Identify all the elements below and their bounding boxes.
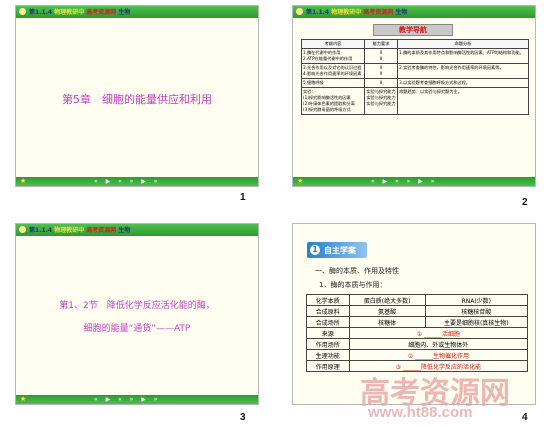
- slide-footer-bar: ★ « ▶ « » ▶ »: [16, 395, 258, 404]
- table-row: 1.酶在代谢中的作用 2.ATP在能量代谢中的作用 Ⅱ Ⅱ 1.酶的本质及其作用…: [301, 48, 529, 64]
- header-text: 第1.1.4 物理教研中 高考资源网 生物: [29, 227, 131, 234]
- page-number-4: 4: [522, 412, 528, 423]
- table-row: 合成原料 氨基酸 核糖核苷酸: [306, 305, 529, 317]
- section-banner: 1 自主学案: [307, 242, 367, 258]
- table-row: 5.细胞呼吸 Ⅱ 3.以实验题考查细胞呼吸方式和过程。: [301, 78, 529, 88]
- nav-arrows: « ▶ « » ▶ »: [371, 178, 438, 185]
- slide-title-line-2: 细胞的能量“通货”——ATP: [83, 324, 191, 334]
- table-header: 命题分析: [397, 39, 529, 49]
- slide-header-bar: 第1.1.4 物理教研中 高考资源网 生物: [293, 6, 535, 18]
- table-header: 能力要求: [363, 39, 399, 49]
- table-row: 3.光合作用以及对它的认识过程 4.影响光合作用速率的环境因素 Ⅱ Ⅱ 2.实验…: [301, 63, 529, 79]
- header-text: 第1.1.4 物理教研中 高考资源网 生物: [29, 9, 131, 16]
- table-row: 生理功能 ② ______生物催化作用: [306, 349, 529, 361]
- heading: 一、酶的本质、作用及特性: [315, 267, 399, 275]
- slide-header-bar: 第1.1.4 物理教研中 高考资源网 生物: [16, 224, 258, 236]
- slide-footer-bar: ★ « ▶ « » ▶ »: [293, 177, 535, 186]
- slide-title: 第5章 细胞的能量供应和利用: [62, 93, 212, 106]
- enzyme-table: 化学本质 蛋白质(绝大多数) RNA(少数) 合成原料 氨基酸 核糖核苷酸 合成场所 核糖…: [306, 294, 529, 372]
- table-row: 化学本质 蛋白质(绝大多数) RNA(少数): [306, 294, 529, 306]
- header-text: 第1.1.4 物理教研中 高考资源网 生物: [306, 9, 408, 16]
- page-number-1: 1: [240, 192, 246, 203]
- slide-title-line-1: 第1、2节 降低化学反应活化能的酶，: [59, 301, 215, 311]
- table-row: 合成场所 核糖体 主要是细胞核(真核生物): [306, 316, 529, 328]
- table-row: 来源 ① ______活细胞: [306, 327, 529, 339]
- slide-thumbnail-2[interactable]: 第1.1.4 物理教研中 高考资源网 生物 教学导航 考纲内容 能力要求 命题分…: [292, 5, 536, 187]
- watermark-url: www.ht88.com: [368, 404, 473, 421]
- section-number: 1: [310, 245, 320, 255]
- table-row: 作用场所 细胞内、外或生物体外: [306, 338, 529, 350]
- page-number-2: 2: [522, 197, 528, 208]
- goal-title: 教学导航: [373, 24, 453, 36]
- logo-icon: [19, 226, 26, 233]
- logo-icon: [19, 8, 26, 15]
- star-icon: ★: [297, 177, 304, 185]
- nav-arrows: « ▶ « » ▶ »: [94, 396, 161, 403]
- teaching-guide-table: 考纲内容 能力要求 命题分析 1.酶在代谢中的作用 2.ATP在能量代谢中的作用…: [301, 39, 529, 115]
- slide-footer-bar: ★ « ▶ « » ▶ »: [16, 177, 258, 186]
- section-title: 自主学案: [324, 246, 356, 255]
- logo-icon: [296, 8, 303, 15]
- slide-header-bar: 第1.1.4 物理教研中 高考资源网 生物: [16, 6, 258, 18]
- star-icon: ★: [20, 177, 27, 185]
- slide-thumbnail-3[interactable]: 第1.1.4 物理教研中 高考资源网 生物 第1、2节 降低化学反应活化能的酶，…: [15, 223, 259, 405]
- page-number-3: 3: [240, 412, 246, 423]
- table-row: 实验： (1)探究影响酶活性的因素 (2)叶绿体色素的提取和分离 (3)探究酵母…: [301, 87, 529, 115]
- subheading: 1．酶的本质与作用：: [319, 281, 387, 289]
- nav-arrows: « ▶ « » ▶ »: [94, 178, 161, 185]
- table-header: 考纲内容: [301, 39, 365, 49]
- star-icon: ★: [20, 395, 27, 403]
- slide-thumbnail-1[interactable]: 第1.1.4 物理教研中 高考资源网 生物 第5章 细胞的能量供应和利用 ★ «…: [15, 5, 259, 187]
